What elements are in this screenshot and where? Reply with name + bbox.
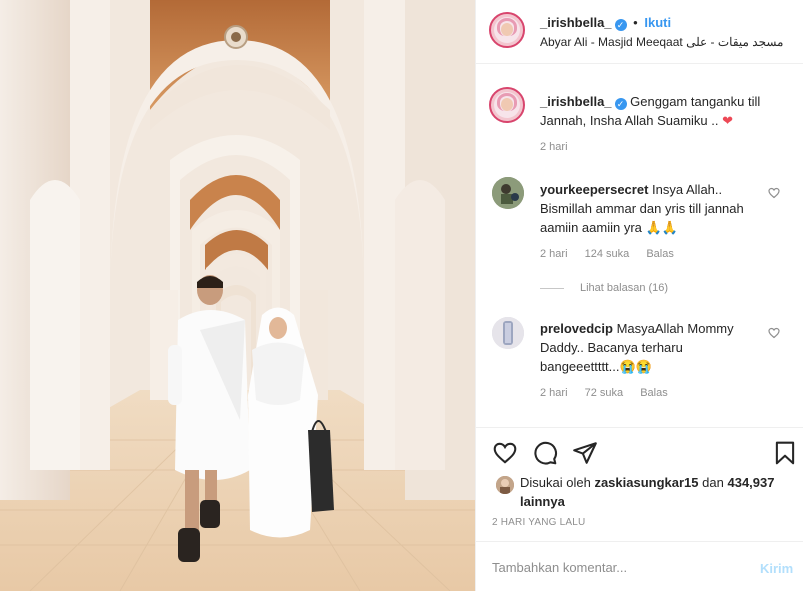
likes-prefix: Disukai oleh — [520, 475, 591, 490]
comment-meta: 2 hari 124 suka Balas — [540, 248, 688, 260]
paper-plane-icon[interactable] — [572, 440, 598, 466]
red-heart-emoji: ❤ — [722, 113, 734, 128]
verified-badge-icon: ✓ — [614, 98, 627, 110]
commenter-avatar[interactable] — [492, 317, 524, 349]
liker-avatar[interactable] — [496, 476, 514, 494]
post-actions-bar — [476, 427, 803, 475]
follow-button[interactable]: Ikuti — [644, 15, 671, 30]
comment-time[interactable]: 2 hari — [540, 387, 568, 399]
commenter-username[interactable]: yourkeepersecret — [540, 182, 648, 197]
comment-input[interactable] — [492, 556, 732, 578]
post-detail-panel: _irishbella_ ✓ • Ikuti Abyar Ali - Masjid… — [475, 0, 803, 591]
view-replies-button[interactable]: Lihat balasan (16) — [540, 282, 668, 294]
post-timestamp[interactable]: 2 HARI YANG LALU — [492, 517, 585, 528]
small-heart-icon[interactable] — [768, 187, 780, 199]
comment-bubble-icon[interactable] — [532, 440, 558, 466]
post-comment-button[interactable]: Kirim — [760, 561, 793, 576]
small-heart-icon[interactable] — [768, 327, 780, 339]
reply-button[interactable]: Balas — [640, 387, 668, 399]
author-avatar[interactable] — [489, 12, 525, 48]
liker-username[interactable]: zaskiasungkar15 — [594, 475, 698, 490]
caption-time[interactable]: 2 hari — [540, 141, 568, 153]
separator-dot: • — [633, 15, 638, 30]
bookmark-icon[interactable] — [772, 440, 798, 466]
replies-divider — [540, 287, 564, 289]
caption-text-block: _irishbella_ ✓ Genggam tanganku till Jann… — [540, 92, 785, 130]
comment-text-block: yourkeepersecret Insya Allah.. Bismillah… — [540, 180, 765, 237]
comments-section[interactable]: _irishbella_ ✓ Genggam tanganku till Jann… — [476, 65, 803, 427]
likes-connector: dan — [702, 475, 724, 490]
comment-likes[interactable]: 72 suka — [585, 387, 624, 399]
post-header: _irishbella_ ✓ • Ikuti Abyar Ali - Masjid… — [476, 0, 803, 64]
heart-outline-icon[interactable] — [492, 440, 518, 466]
mosque-arches-photo — [0, 0, 475, 591]
comment-text-block: prelovedcip MasyaAllah Mommy Daddy.. Bac… — [540, 319, 765, 376]
commenter-username[interactable]: prelovedcip — [540, 321, 613, 336]
post-photo[interactable] — [0, 0, 475, 591]
add-comment-bar: Kirim — [476, 541, 803, 591]
caption-username[interactable]: _irishbella_ — [540, 94, 612, 109]
comment-meta: 2 hari 72 suka Balas — [540, 387, 682, 399]
caption-avatar[interactable] — [489, 87, 525, 123]
view-replies-label: Lihat balasan (16) — [580, 282, 669, 294]
reply-button[interactable]: Balas — [646, 248, 674, 260]
comment-time[interactable]: 2 hari — [540, 248, 568, 260]
likes-summary: Disukai oleh zaskiasungkar15 dan 434,937… — [476, 470, 803, 512]
comment-likes[interactable]: 124 suka — [585, 248, 630, 260]
author-username[interactable]: _irishbella_ — [540, 15, 612, 30]
likes-text: Disukai oleh zaskiasungkar15 dan 434,937… — [520, 473, 780, 511]
post-location[interactable]: Abyar Ali - Masjid Meeqaat مسجد ميقات - … — [540, 35, 795, 49]
verified-badge-icon: ✓ — [614, 19, 627, 31]
commenter-avatar[interactable] — [492, 177, 524, 209]
